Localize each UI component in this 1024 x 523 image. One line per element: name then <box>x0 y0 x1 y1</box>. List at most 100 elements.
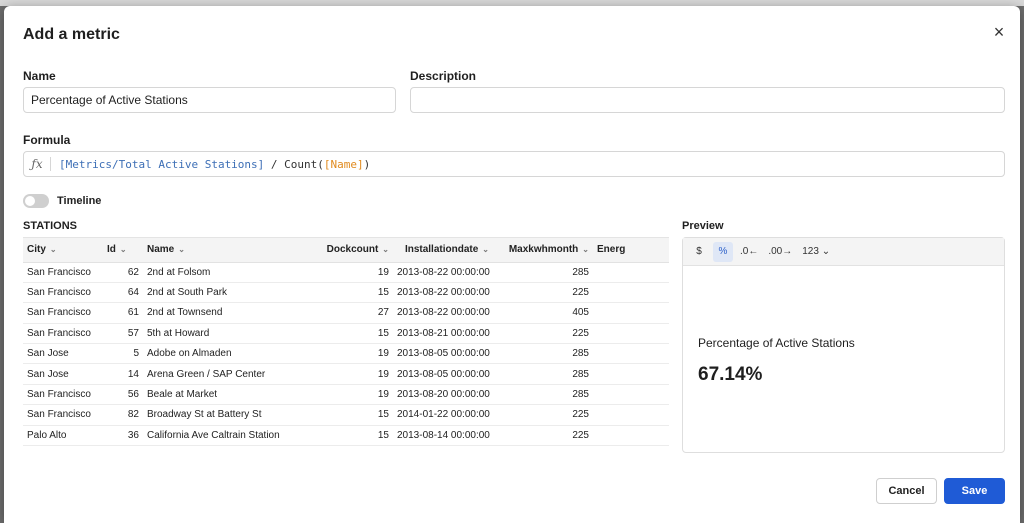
format-toolbar: $% .0← .00→ 123 ⌄ <box>683 238 1004 266</box>
column-header-installationdate[interactable]: Installationdate ⌄ <box>393 238 493 263</box>
fx-icon: ƒx <box>31 157 43 171</box>
table-cell: 19 <box>303 363 393 385</box>
table-cell: 2013-08-20 00:00:00 <box>393 384 493 406</box>
table-row[interactable]: San Jose 5 Adobe on Almaden 19 2013-08-05 00… <box>23 343 669 365</box>
timeline-toggle[interactable] <box>23 194 49 208</box>
save-button[interactable]: Save <box>944 478 1005 504</box>
formula-text: [Metrics/Total Active Stations] / Count(… <box>59 158 370 171</box>
table-row[interactable]: San Francisco 57 5th at Howard 15 2013-08-21… <box>23 323 669 345</box>
table-cell: Adobe on Almaden <box>143 343 303 365</box>
table-cell <box>593 363 669 385</box>
column-header-dockcount[interactable]: Dockcount ⌄ <box>303 238 393 263</box>
table-cell: 36 <box>103 425 143 447</box>
chevron-down-icon: ⌄ <box>49 245 57 255</box>
table-cell <box>593 404 669 426</box>
table-cell: Beale at Market <box>143 384 303 406</box>
close-icon[interactable]: × <box>990 23 1008 41</box>
name-label: Name <box>23 69 56 83</box>
cancel-button[interactable]: Cancel <box>876 478 937 504</box>
percent-format-button[interactable]: % <box>713 241 733 262</box>
table-cell: San Francisco <box>23 262 103 283</box>
table-cell <box>593 323 669 345</box>
table-cell <box>593 302 669 324</box>
table-cell: San Francisco <box>23 404 103 426</box>
table-cell <box>593 282 669 304</box>
column-header-maxkwhmonth[interactable]: Maxkwhmonth ⌄ <box>493 238 593 263</box>
table-cell: 15 <box>303 323 393 345</box>
table-cell: 2014-01-22 00:00:00 <box>393 404 493 426</box>
table-cell: Broadway St at Battery St <box>143 404 303 426</box>
chevron-down-icon: ⌄ <box>582 245 589 255</box>
table-cell: San Francisco <box>23 323 103 345</box>
formula-column-ref: [Name] <box>323 157 364 171</box>
table-cell: 19 <box>303 343 393 365</box>
formula-metric-ref: [Metrics/Total Active Stations] <box>59 157 265 171</box>
table-cell: San Francisco <box>23 282 103 304</box>
column-header-name[interactable]: Name ⌄ <box>143 238 303 263</box>
table-cell: 2013-08-21 00:00:00 <box>393 323 493 345</box>
name-input[interactable]: Percentage of Active Stations <box>23 87 396 113</box>
table-cell: 15 <box>303 425 393 447</box>
formula-label: Formula <box>23 133 71 147</box>
table-cell: San Jose <box>23 363 103 385</box>
column-header-energy[interactable]: Energ <box>593 238 669 263</box>
table-header-row: City ⌄ Id ⌄ Name ⌄ Dockcount ⌄ Installationd… <box>23 238 669 263</box>
formula-input[interactable]: ƒx [Metrics/Total Active Stations] / Cou… <box>23 151 1005 177</box>
table-cell: 19 <box>303 384 393 406</box>
description-input[interactable] <box>410 87 1005 113</box>
table-cell: 82 <box>103 404 143 426</box>
table-cell <box>593 425 669 447</box>
column-header-city[interactable]: City ⌄ <box>23 238 103 263</box>
table-cell: 2nd at Townsend <box>143 302 303 324</box>
table-cell: 14 <box>103 363 143 385</box>
preview-metric-value: 67.14% <box>698 364 763 385</box>
table-cell: San Francisco <box>23 384 103 406</box>
table-row[interactable]: San Francisco 61 2nd at Townsend 27 2013-08-… <box>23 302 669 324</box>
formula-operator: / Count( <box>264 157 324 171</box>
column-header-id[interactable]: Id ⌄ <box>103 238 143 263</box>
timeline-label: Timeline <box>57 195 102 207</box>
table-cell: 2nd at South Park <box>143 282 303 304</box>
table-row[interactable]: San Francisco 56 Beale at Market 19 2013-08-… <box>23 384 669 406</box>
table-row[interactable]: San Jose 14 Arena Green / SAP Center 19 2013… <box>23 363 669 385</box>
table-cell: 285 <box>493 262 593 283</box>
table-row[interactable]: San Francisco 62 2nd at Folsom 19 2013-08-22… <box>23 262 669 283</box>
decrease-decimals-button[interactable]: .0← <box>737 242 761 262</box>
stations-table[interactable]: City ⌄ Id ⌄ Name ⌄ Dockcount ⌄ Installationd… <box>23 237 669 450</box>
table-cell: 5 <box>103 343 143 365</box>
table-cell: 64 <box>103 282 143 304</box>
dialog-title: Add a metric <box>23 26 120 43</box>
table-row[interactable]: San Francisco 64 2nd at South Park 15 2013-0… <box>23 282 669 304</box>
chevron-down-icon: ⌄ <box>482 245 489 255</box>
increase-decimals-button[interactable]: .00→ <box>765 242 795 262</box>
table-cell <box>593 384 669 406</box>
chevron-down-icon: ⌄ <box>382 245 389 255</box>
table-cell <box>593 343 669 365</box>
preview-label: Preview <box>682 220 724 232</box>
preview-metric-name: Percentage of Active Stations <box>698 336 855 350</box>
table-title: STATIONS <box>23 220 77 232</box>
table-cell: Palo Alto <box>23 425 103 447</box>
currency-format-button[interactable]: $ <box>689 242 709 262</box>
table-cell: 2013-08-14 00:00:00 <box>393 425 493 447</box>
number-format-dropdown[interactable]: 123 ⌄ <box>799 242 833 262</box>
table-cell: 61 <box>103 302 143 324</box>
chevron-down-icon: ⌄ <box>119 245 127 255</box>
table-row[interactable]: Palo Alto 36 California Ave Caltrain Stati… <box>23 425 669 447</box>
table-cell: California Ave Caltrain Station <box>143 425 303 447</box>
table-cell: 405 <box>493 302 593 324</box>
table-row[interactable]: San Francisco 82 Broadway St at Battery St… <box>23 404 669 426</box>
table-cell: 2013-08-22 00:00:00 <box>393 302 493 324</box>
table-cell: 62 <box>103 262 143 283</box>
add-metric-dialog: Add a metric × Name Percentage of Active… <box>4 6 1020 523</box>
table-cell: San Francisco <box>23 302 103 324</box>
table-cell: 225 <box>493 404 593 426</box>
table-cell: 285 <box>493 384 593 406</box>
chevron-down-icon: ⌄ <box>178 245 185 255</box>
table-cell: 285 <box>493 343 593 365</box>
table-cell: 2013-08-22 00:00:00 <box>393 262 493 283</box>
table-cell: Arena Green / SAP Center <box>143 363 303 385</box>
table-cell: 27 <box>303 302 393 324</box>
preview-panel: $% .0← .00→ 123 ⌄ Percentage of Active Stat… <box>682 237 1005 453</box>
formula-close-paren: ) <box>363 157 371 171</box>
